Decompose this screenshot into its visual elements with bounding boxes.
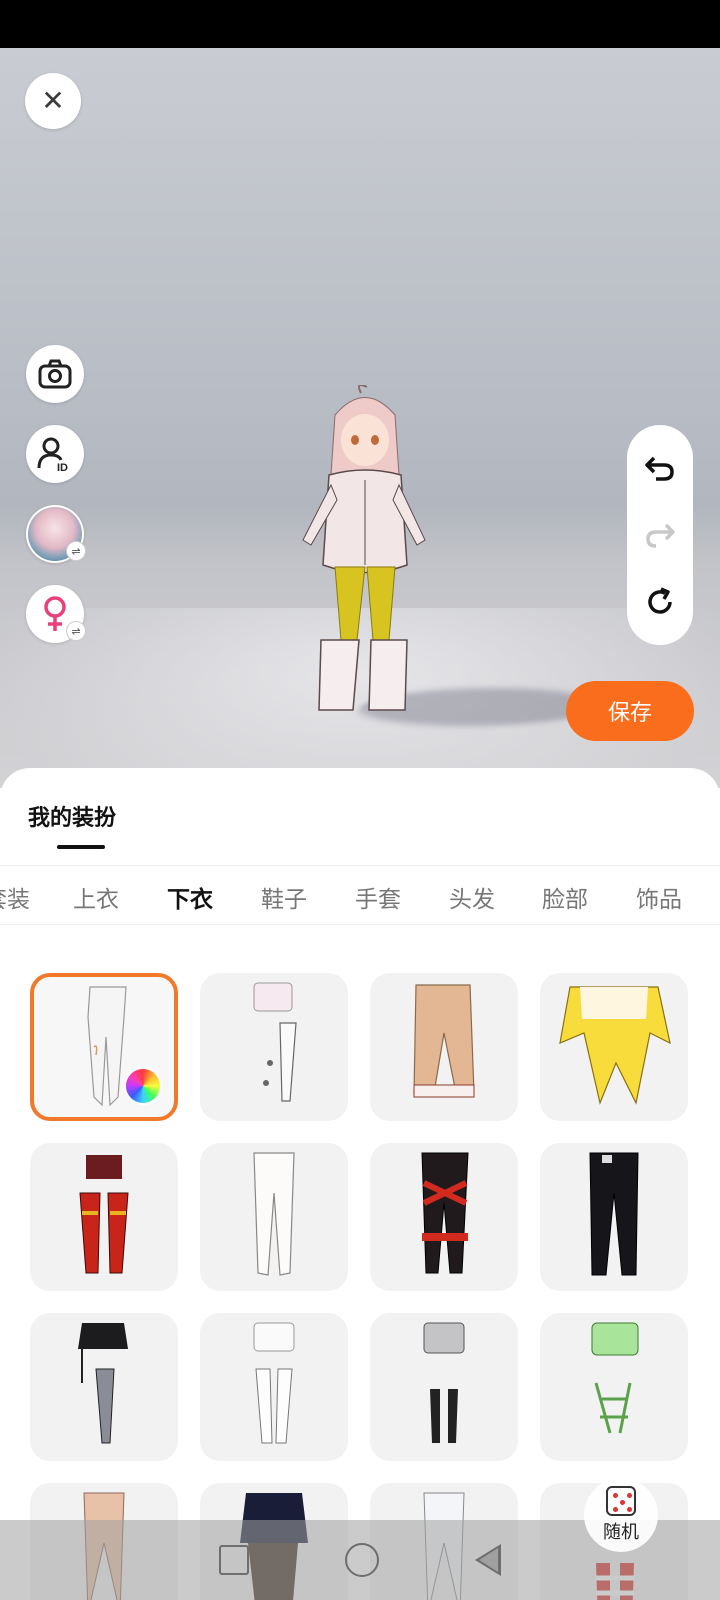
sheet-title: 我的装扮 — [28, 806, 117, 831]
tab-suit[interactable]: 套装 — [0, 880, 30, 914]
user-id-icon: ID — [37, 437, 68, 472]
item-white-leggings[interactable] — [200, 1143, 348, 1291]
undo-button[interactable] — [640, 448, 680, 488]
svg-text:ID: ID — [57, 462, 68, 472]
random-button[interactable]: 随机 — [584, 1478, 658, 1552]
reset-icon — [648, 587, 672, 614]
swap-icon: ⇌ — [66, 621, 86, 641]
avatar-id-button[interactable]: ID — [26, 425, 84, 483]
home-button[interactable] — [345, 1543, 379, 1577]
category-tabs: 套装 上衣 下衣 鞋子 手套 头发 脸部 饰品 — [0, 866, 720, 924]
avatar-character[interactable] — [295, 385, 435, 730]
redo-icon — [646, 523, 675, 548]
item-white-tights[interactable] — [30, 973, 178, 1121]
item-black-jeans[interactable] — [540, 1143, 688, 1291]
item-shorts-stockings[interactable] — [200, 973, 348, 1121]
item-wide-pants[interactable] — [370, 973, 518, 1121]
back-button[interactable] — [475, 1544, 501, 1576]
gender-swap-button[interactable]: ⇌ — [26, 585, 86, 643]
tab-shoes[interactable]: 鞋子 — [261, 880, 307, 914]
save-button[interactable]: 保存 — [566, 681, 694, 741]
random-label: 随机 — [603, 1522, 639, 1543]
tab-hair[interactable]: 头发 — [449, 880, 495, 914]
swap-icon: ⇌ — [66, 541, 86, 561]
close-button[interactable]: ✕ — [25, 73, 81, 129]
divider — [0, 924, 720, 925]
tab-top[interactable]: 上衣 — [73, 880, 119, 914]
character-swap-button[interactable]: ⇌ — [26, 505, 86, 563]
status-bar — [0, 0, 720, 48]
item-green-shorts[interactable] — [540, 1313, 688, 1461]
recent-apps-button[interactable] — [219, 1545, 249, 1575]
title-underline — [57, 845, 105, 849]
item-white-shorts-stockings[interactable] — [200, 1313, 348, 1461]
item-grey-shorts-socks[interactable] — [370, 1313, 518, 1461]
tab-gloves[interactable]: 手套 — [355, 880, 401, 914]
item-black-skirt-stocking[interactable] — [30, 1313, 178, 1461]
tab-accessories[interactable]: 饰品 — [636, 880, 682, 914]
undo-icon — [645, 457, 674, 482]
redo-button[interactable] — [640, 515, 680, 555]
item-black-red-pants[interactable] — [370, 1143, 518, 1291]
history-panel — [627, 425, 693, 645]
female-icon — [44, 596, 66, 631]
item-banana-costume[interactable] — [540, 973, 688, 1121]
tab-face[interactable]: 脸部 — [542, 880, 588, 914]
color-picker-icon[interactable] — [124, 1067, 162, 1105]
dice-icon — [606, 1486, 636, 1516]
reset-button[interactable] — [640, 582, 680, 622]
tab-bottom[interactable]: 下衣 — [167, 880, 213, 914]
camera-icon — [38, 359, 72, 389]
close-icon: ✕ — [41, 84, 65, 117]
item-red-armor[interactable] — [30, 1143, 178, 1291]
camera-button[interactable] — [26, 345, 84, 403]
